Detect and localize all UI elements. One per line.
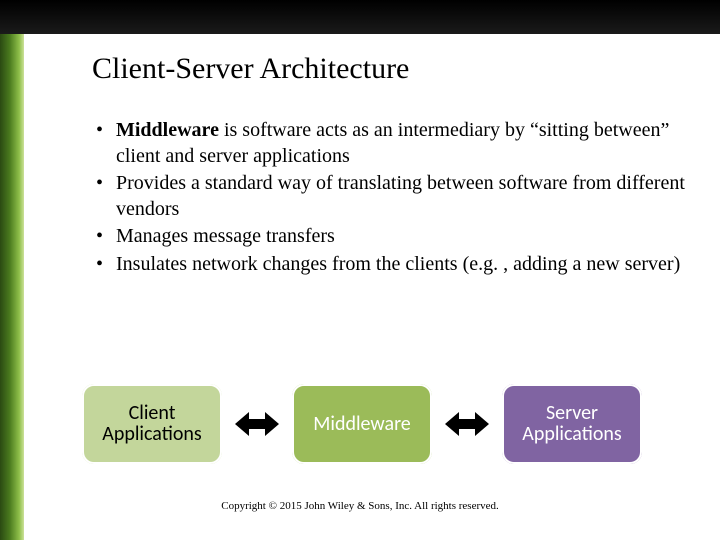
double-arrow-icon [235, 410, 279, 438]
middleware-box: Middleware [292, 384, 432, 464]
client-applications-box: Client Applications [82, 384, 222, 464]
bullet-item: Middleware is software acts as an interm… [96, 118, 690, 169]
top-black-bar [0, 0, 720, 34]
bullet-text: Insulates network changes from the clien… [116, 253, 680, 275]
architecture-diagram: Client Applications Middleware Server Ap… [82, 382, 642, 466]
bullet-text: Provides a standard way of translating b… [116, 172, 685, 220]
bullet-item: Manages message transfers [96, 224, 690, 250]
double-arrow-icon [445, 410, 489, 438]
bullet-list: Middleware is software acts as an interm… [96, 118, 690, 280]
side-gradient-strip [0, 0, 24, 540]
bullet-item: Insulates network changes from the clien… [96, 252, 690, 278]
slide: Client-Server Architecture Middleware is… [0, 0, 720, 540]
copyright-text: Copyright © 2015 John Wiley & Sons, Inc.… [0, 500, 720, 512]
client-label: Client Applications [82, 403, 222, 445]
server-applications-box: Server Applications [502, 384, 642, 464]
slide-title: Client-Server Architecture [92, 52, 409, 86]
bullet-item: Provides a standard way of translating b… [96, 171, 690, 222]
middleware-label: Middleware [313, 414, 410, 435]
server-label: Server Applications [502, 403, 642, 445]
bullet-bold: Middleware [116, 119, 219, 141]
bullet-text: Manages message transfers [116, 225, 335, 247]
